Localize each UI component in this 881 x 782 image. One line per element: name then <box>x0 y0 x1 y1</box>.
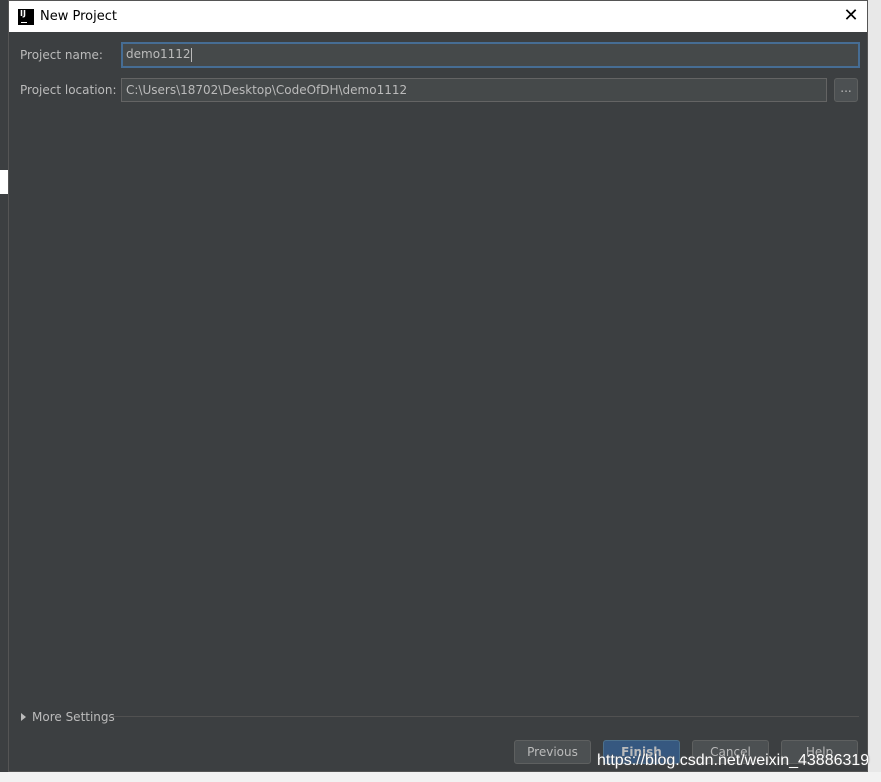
window-title: New Project <box>40 9 117 24</box>
project-location-row: Project location: C:\Users\18702\Desktop… <box>20 78 827 102</box>
project-location-label: Project location: <box>20 83 117 97</box>
background-window <box>0 0 8 782</box>
project-name-input[interactable]: demo1112 <box>121 42 860 68</box>
project-name-label: Project name: <box>20 48 103 62</box>
project-name-value: demo1112 <box>126 47 191 61</box>
browse-button[interactable]: ... <box>834 78 858 102</box>
background-bottom <box>0 772 881 782</box>
title-bar: IJ New Project ✕ <box>9 1 867 32</box>
intellij-app-icon: IJ <box>18 8 34 25</box>
more-settings-label: More Settings <box>32 710 115 724</box>
expand-triangle-icon <box>21 713 26 721</box>
more-settings-toggle[interactable]: More Settings <box>21 710 115 724</box>
project-name-row: Project name: demo1112 <box>20 42 860 68</box>
text-caret <box>190 47 192 62</box>
previous-button[interactable]: Previous <box>514 740 591 764</box>
project-location-input[interactable]: C:\Users\18702\Desktop\CodeOfDH\demo1112 <box>121 78 827 102</box>
new-project-dialog: IJ New Project ✕ Project name: demo1112 … <box>8 0 868 772</box>
watermark: https://blog.csdn.net/weixin_43886319 <box>597 752 870 769</box>
divider <box>110 716 859 717</box>
background-window-strip <box>0 170 8 194</box>
close-button[interactable]: ✕ <box>839 5 863 27</box>
